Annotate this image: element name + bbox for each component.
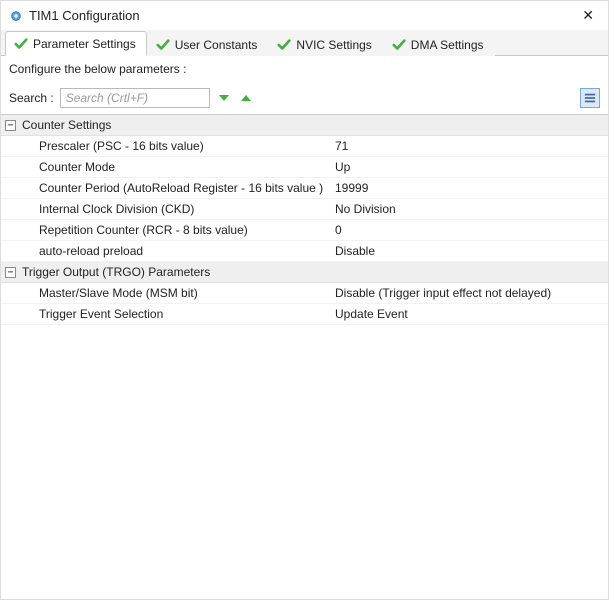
table-row[interactable]: Master/Slave Mode (MSM bit) Disable (Tri…	[1, 283, 608, 304]
table-row[interactable]: Counter Period (AutoReload Register - 16…	[1, 178, 608, 199]
prop-label: Prescaler (PSC - 16 bits value)	[1, 139, 331, 153]
tab-label: Parameter Settings	[33, 37, 136, 51]
tabs-bar: Parameter Settings User Constants NVIC S…	[1, 30, 608, 56]
group-title: Counter Settings	[22, 118, 111, 132]
prop-label: Internal Clock Division (CKD)	[1, 202, 331, 216]
prop-value[interactable]: 19999	[331, 181, 608, 195]
collapse-icon[interactable]: −	[5, 120, 16, 131]
prop-label: Counter Mode	[1, 160, 331, 174]
tab-nvic-settings[interactable]: NVIC Settings	[268, 31, 382, 56]
tab-dma-settings[interactable]: DMA Settings	[383, 31, 495, 56]
table-row[interactable]: Prescaler (PSC - 16 bits value) 71	[1, 136, 608, 157]
window-title: TIM1 Configuration	[29, 8, 140, 23]
title-left: TIM1 Configuration	[9, 8, 140, 23]
tab-user-constants[interactable]: User Constants	[147, 31, 269, 56]
prop-value[interactable]: Update Event	[331, 307, 608, 321]
tab-label: DMA Settings	[411, 38, 484, 52]
table-row[interactable]: auto-reload preload Disable	[1, 241, 608, 262]
tab-label: NVIC Settings	[296, 38, 371, 52]
table-row[interactable]: Internal Clock Division (CKD) No Divisio…	[1, 199, 608, 220]
table-row[interactable]: Trigger Event Selection Update Event	[1, 304, 608, 325]
tab-parameter-settings[interactable]: Parameter Settings	[5, 31, 147, 56]
prop-value[interactable]: 0	[331, 223, 608, 237]
list-view-toggle-icon[interactable]	[580, 88, 600, 108]
search-label: Search :	[9, 91, 54, 105]
group-rows-trgo-parameters: Master/Slave Mode (MSM bit) Disable (Tri…	[1, 283, 608, 325]
search-prev-icon[interactable]	[238, 90, 254, 106]
prop-label: Counter Period (AutoReload Register - 16…	[1, 181, 331, 195]
group-header-counter-settings[interactable]: − Counter Settings	[1, 115, 608, 136]
prop-value[interactable]: 71	[331, 139, 608, 153]
check-icon	[392, 38, 406, 52]
check-icon	[156, 38, 170, 52]
prop-value[interactable]: Disable (Trigger input effect not delaye…	[331, 286, 608, 300]
prop-value[interactable]: No Division	[331, 202, 608, 216]
check-icon	[14, 37, 28, 51]
group-rows-counter-settings: Prescaler (PSC - 16 bits value) 71 Count…	[1, 136, 608, 262]
prop-label: Master/Slave Mode (MSM bit)	[1, 286, 331, 300]
instruction-text: Configure the below parameters :	[1, 56, 608, 84]
collapse-icon[interactable]: −	[5, 267, 16, 278]
property-grid: − Counter Settings Prescaler (PSC - 16 b…	[1, 114, 608, 325]
prop-value[interactable]: Up	[331, 160, 608, 174]
close-icon[interactable]: ✕	[578, 7, 598, 24]
prop-label: Trigger Event Selection	[1, 307, 331, 321]
table-row[interactable]: Counter Mode Up	[1, 157, 608, 178]
prop-label: Repetition Counter (RCR - 8 bits value)	[1, 223, 331, 237]
gear-icon	[9, 9, 23, 23]
prop-label: auto-reload preload	[1, 244, 331, 258]
table-row[interactable]: Repetition Counter (RCR - 8 bits value) …	[1, 220, 608, 241]
check-icon	[277, 38, 291, 52]
search-row: Search :	[1, 84, 608, 114]
tab-label: User Constants	[175, 38, 258, 52]
group-title: Trigger Output (TRGO) Parameters	[22, 265, 210, 279]
group-header-trgo-parameters[interactable]: − Trigger Output (TRGO) Parameters	[1, 262, 608, 283]
search-input[interactable]	[60, 88, 210, 108]
search-next-icon[interactable]	[216, 90, 232, 106]
prop-value[interactable]: Disable	[331, 244, 608, 258]
title-bar: TIM1 Configuration ✕	[1, 1, 608, 30]
